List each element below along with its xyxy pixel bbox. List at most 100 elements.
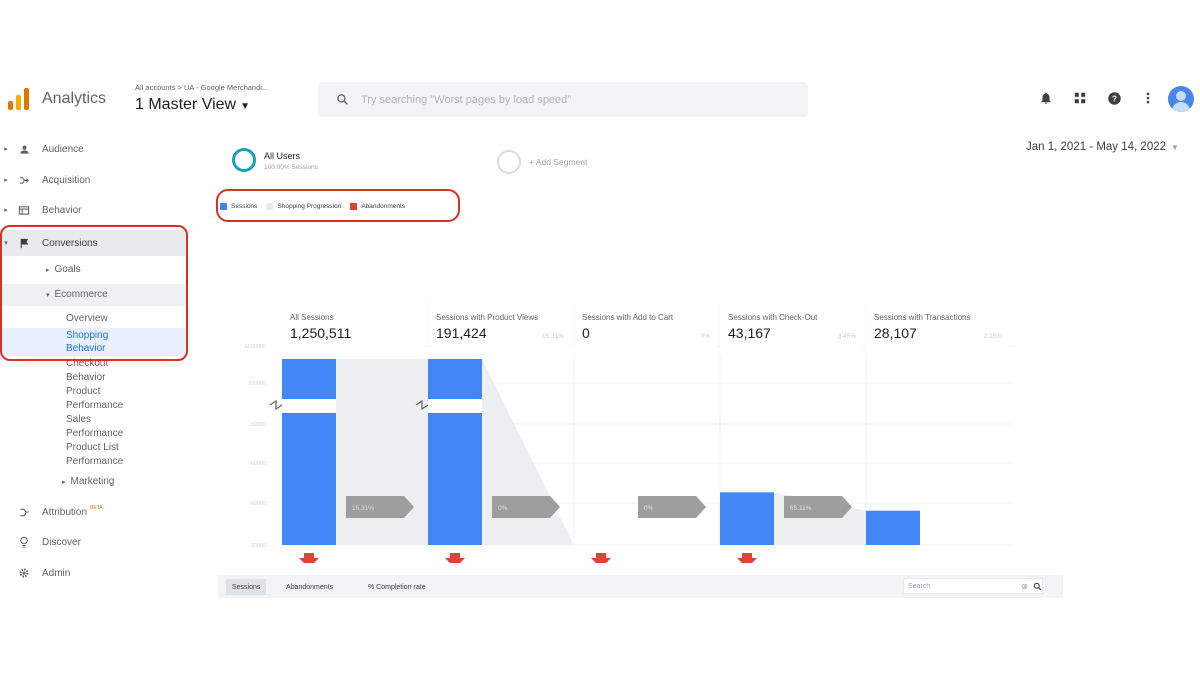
help-icon[interactable]: ? [1104, 88, 1124, 108]
stage-percent: 0% [701, 333, 711, 340]
sidebar-item-marketing[interactable]: ▸ Marketing [62, 476, 114, 487]
search-icon[interactable] [1033, 582, 1042, 591]
funnel-svg: 1000000 100000 80000 60000 40000 20000 All Ses… [245, 303, 1012, 563]
sidebar-item-product-list[interactable]: Product List [66, 441, 119, 455]
gear-icon [12, 567, 36, 579]
avatar[interactable] [1168, 86, 1194, 112]
progression-percent: 0% [498, 505, 508, 512]
abandonment-arrow [299, 553, 319, 563]
stage-value: 43,167 [728, 325, 771, 341]
shopping-behavior-funnel-chart: 1000000 100000 80000 60000 40000 20000 All Ses… [218, 223, 1018, 563]
date-range-picker[interactable]: Jan 1, 2021 - May 14, 2022 ▼ [1026, 141, 1179, 153]
analytics-window: Analytics All accounts > UA - Google Mer… [0, 78, 1200, 598]
bar-sessions [282, 413, 336, 545]
sidebar-item-discover[interactable]: Discover [0, 529, 185, 555]
attribution-icon [12, 507, 36, 518]
abandonment-arrow [591, 553, 611, 563]
stage-value: 191,424 [436, 325, 487, 341]
abandonment-arrow [445, 553, 465, 563]
chevron-right-icon: ▸ [4, 146, 8, 153]
bar-sessions [428, 413, 482, 545]
stage-label: Sessions with Product Views [436, 313, 538, 322]
tab-abandonments[interactable]: Abandonments [280, 579, 339, 595]
sidebar-item-audience[interactable]: ▸ Audience [0, 136, 185, 162]
chevron-right-icon: ▸ [4, 177, 8, 184]
stage-value: 1,250,511 [290, 325, 351, 341]
sidebar-item-label: Behavior [42, 204, 82, 216]
date-range-label: Jan 1, 2021 - May 14, 2022 [1026, 141, 1167, 153]
acquisition-icon [12, 175, 36, 186]
analytics-logo-icon[interactable] [8, 88, 30, 110]
sidebar-item-behavior[interactable]: ▸ Behavior [0, 197, 185, 223]
behavior-icon [12, 205, 36, 216]
view-name: 1 Master View [135, 96, 237, 113]
add-segment-button[interactable]: + Add Segment [497, 150, 617, 176]
breadcrumb[interactable]: All accounts > UA - Google Merchandi... [135, 83, 268, 92]
chevron-right-icon: ▸ [4, 207, 8, 214]
stage-percent: 2.25% [984, 333, 1003, 340]
stage-value: 28,107 [874, 325, 917, 341]
y-tick-label: 1000000 [245, 344, 266, 350]
marketing-label: Marketing [70, 476, 115, 487]
tab-sessions[interactable]: Sessions [226, 579, 267, 595]
add-circle-icon [497, 150, 521, 174]
search-box[interactable] [318, 82, 808, 117]
y-tick-label: 80000 [251, 422, 266, 428]
stage-value: 0 [582, 325, 590, 341]
sidebar-item-sales[interactable]: Sales [66, 413, 91, 427]
sidebar-item-product[interactable]: Product [66, 385, 100, 399]
svg-text:?: ? [1112, 94, 1117, 103]
beta-badge: BETA [90, 505, 103, 511]
table-search-input[interactable] [908, 582, 1018, 590]
bar-sessions [866, 510, 920, 545]
stage-label: All Sessions [290, 313, 334, 322]
header-actions: ? [1036, 88, 1158, 108]
progression-percent: 0% [644, 505, 654, 512]
clear-icon[interactable]: ⊗ [1021, 582, 1028, 591]
person-icon [12, 144, 36, 155]
sidebar-item-product-performance[interactable]: Performance [66, 399, 123, 413]
segment-sessions: 100.00% Sessions [264, 164, 318, 171]
app-title: Analytics [42, 90, 107, 107]
sidebar-item-label: Attribution [42, 506, 88, 518]
sidebar-item-label: Discover [42, 536, 81, 548]
chevron-right-icon: ▸ [62, 479, 66, 486]
tab-completion-rate[interactable]: % Completion rate [362, 579, 432, 595]
stage-label: Sessions with Add to Cart [582, 313, 674, 322]
chevron-down-icon: ▼ [1171, 143, 1179, 152]
y-tick-label: 60000 [251, 461, 266, 467]
sidebar-item-checkout-behavior[interactable]: Behavior [66, 371, 105, 385]
sidebar-item-admin[interactable]: Admin [0, 560, 185, 586]
stage-label: Sessions with Transactions [874, 313, 971, 322]
sidebar-item-acquisition[interactable]: ▸ Acquisition [0, 167, 185, 193]
view-selector[interactable]: 1 Master View ▼ [135, 96, 250, 114]
bar-sessions [720, 492, 774, 545]
segment-all-users[interactable]: All Users 100.00% Sessions [218, 136, 480, 188]
sidebar-item-sales-performance[interactable]: Performance [66, 427, 123, 441]
highlight-annotation [0, 225, 188, 361]
apps-grid-icon[interactable] [1070, 88, 1090, 108]
lightbulb-icon [12, 536, 36, 548]
progression-percent: 65.11% [790, 505, 812, 512]
sidebar-item-label: Acquisition [42, 174, 91, 186]
axis-break-icon [269, 399, 283, 411]
stage-label: Sessions with Check-Out [728, 313, 818, 322]
top-header: Analytics All accounts > UA - Google Mer… [0, 78, 1200, 124]
chevron-down-icon: ▼ [240, 101, 250, 112]
stage-percent: 3.45% [838, 333, 857, 340]
sidebar-item-attribution[interactable]: Attribution BETA [0, 499, 185, 525]
legend-highlight-annotation [216, 189, 460, 222]
sidebar-item-product-list-performance[interactable]: Performance [66, 455, 123, 469]
progression-percent: 15.31% [352, 505, 374, 512]
bar-sessions [282, 359, 336, 399]
y-tick-label: 20000 [251, 543, 266, 549]
search-input[interactable] [361, 93, 781, 106]
bar-sessions [428, 359, 482, 399]
sidebar-item-label: Audience [42, 143, 84, 155]
more-vert-icon[interactable] [1138, 88, 1158, 108]
sidebar: ▸ Audience ▸ Acquisition ▸ Behavior ▾ Co… [0, 128, 200, 598]
notifications-bell-icon[interactable] [1036, 88, 1056, 108]
segment-circle-icon [232, 148, 256, 172]
table-search[interactable]: ⊗ [903, 578, 1043, 594]
sidebar-item-label: Admin [42, 567, 71, 579]
